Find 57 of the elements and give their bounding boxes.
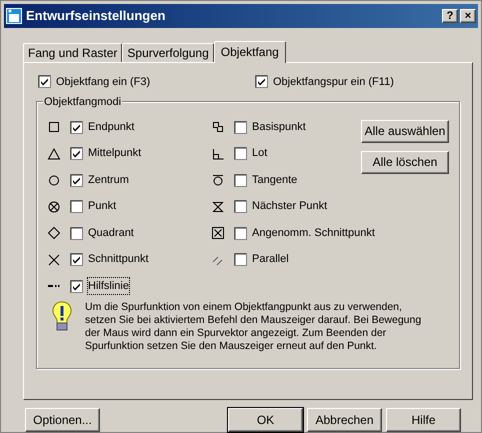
close-button[interactable]: × — [460, 8, 476, 23]
checkbox-label[interactable]: Basispunkt — [252, 118, 306, 136]
checkbox-label[interactable]: Punkt — [88, 198, 116, 215]
app-icon — [6, 8, 22, 24]
checkbox[interactable] — [38, 75, 51, 88]
tab[interactable]: Objektfang — [214, 40, 286, 63]
checkbox[interactable] — [234, 174, 247, 187]
tab[interactable]: Fang und Raster — [23, 42, 122, 62]
apparent-intersection-icon — [211, 226, 225, 240]
hourglass-icon — [211, 200, 225, 214]
checkbox[interactable] — [234, 226, 247, 240]
checkbox-label[interactable]: Quadrant — [88, 224, 134, 242]
checkbox-label[interactable]: Nächster Punkt — [252, 198, 328, 215]
node-icon — [47, 200, 61, 214]
push-button[interactable]: OK — [228, 408, 303, 432]
checkbox[interactable] — [234, 120, 247, 134]
triangle-icon — [47, 146, 61, 161]
checkbox-label[interactable]: Zentrum — [88, 172, 129, 188]
checkbox-label[interactable]: Endpunkt — [88, 118, 134, 136]
square-icon — [47, 120, 61, 134]
checkbox[interactable] — [70, 280, 83, 293]
checkbox-label[interactable]: Mittelpunkt — [88, 145, 142, 162]
window-title: Entwurfseinstellungen — [26, 7, 166, 26]
push-button[interactable]: Hilfe — [386, 408, 461, 432]
help-button[interactable]: ? — [442, 8, 458, 23]
cross-icon — [47, 252, 61, 267]
insertion-icon — [211, 120, 225, 134]
light-bulb-icon — [51, 301, 73, 334]
hint-text: Um die Spurfunktion von einem Objektfangpunkt aus zu verwenden, setzen Sie bei aktiviertem Befehl den Mauszeiger darauf. Bei Bewegung der Maus wird dann ein Spurvektor angezeigt. Zum Beenden der Spurfunktion setzen Sie den Mauszeiger erneut auf den Punkt. — [85, 301, 422, 354]
perpendicular-icon — [211, 146, 225, 161]
checkbox[interactable] — [234, 147, 247, 160]
push-button[interactable]: Alle auswählen — [361, 120, 449, 143]
checkbox-label[interactable]: Objektfangspur ein (F11) — [273, 74, 394, 90]
checkbox-label[interactable]: Hilfslinie — [88, 278, 129, 294]
tangent-icon — [211, 173, 225, 188]
checkbox-label[interactable]: Tangente — [252, 172, 298, 188]
checkbox[interactable] — [255, 75, 268, 88]
dashed-line-icon — [47, 285, 61, 288]
checkbox[interactable] — [70, 174, 83, 187]
tab[interactable]: Spurverfolgung — [122, 42, 214, 62]
checkbox[interactable] — [70, 120, 83, 134]
circle-icon — [47, 173, 61, 188]
checkbox-label[interactable]: Parallel — [252, 251, 289, 268]
push-button[interactable]: Alle löschen — [361, 150, 449, 174]
checkbox[interactable] — [70, 147, 83, 160]
checkbox-label[interactable]: Angenomm. Schnittpunkt — [252, 224, 375, 242]
diamond-icon — [47, 226, 61, 240]
checkbox[interactable] — [234, 200, 247, 214]
checkbox-label[interactable]: Objektfang ein (F3) — [56, 74, 150, 90]
checkbox-label[interactable]: Schnittpunkt — [88, 251, 149, 268]
checkbox[interactable] — [70, 200, 83, 214]
push-button[interactable]: Optionen... — [25, 408, 100, 432]
checkbox-label[interactable]: Lot — [252, 145, 268, 162]
checkbox[interactable] — [70, 253, 83, 266]
checkbox[interactable] — [70, 226, 83, 240]
push-button[interactable]: Abbrechen — [307, 408, 382, 432]
checkbox[interactable] — [234, 253, 247, 266]
